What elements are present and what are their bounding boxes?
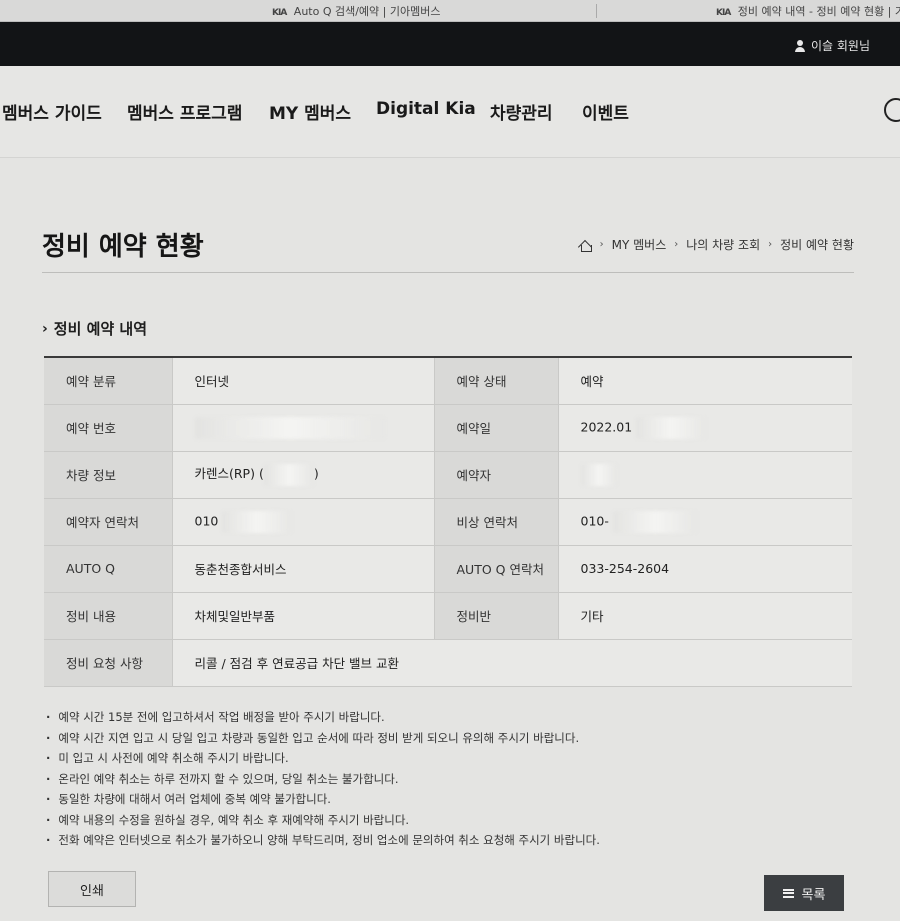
nav-item-vehicle-management[interactable]: 차량관리 — [490, 99, 553, 124]
section-title: › 정비 예약 내역 — [42, 318, 147, 339]
browser-tab[interactable]: KIA 정비 예약 내역 - 정비 예약 현황 | 기 — [716, 3, 900, 19]
nav-item-members-program[interactable]: 멤버스 프로그램 — [127, 99, 242, 124]
list-item: 미 입고 시 사전에 예약 취소해 주시기 바랍니다. — [46, 748, 600, 769]
reservation-date-label: 예약일 — [433, 404, 558, 452]
service-team-value: 기타 — [557, 592, 852, 640]
table-row: 예약 분류 인터넷 예약 상태 예약 — [44, 357, 852, 405]
booker-contact-value: 010 — [194, 513, 219, 528]
table-row: 예약 번호 예약일 2022.01 — [44, 404, 852, 452]
kia-logo-icon: KIA — [272, 8, 287, 18]
user-icon — [794, 39, 806, 52]
redacted-blur — [194, 416, 385, 439]
booker-contact-cell: 010 — [171, 498, 434, 546]
reservation-type-value: 인터넷 — [171, 357, 434, 405]
emergency-contact-label: 비상 연락처 — [433, 498, 558, 546]
section-title-text: 정비 예약 내역 — [53, 320, 148, 338]
service-team-label: 정비반 — [433, 592, 558, 640]
list-button-label: 목록 — [801, 887, 826, 903]
reservation-details-table: 예약 분류 인터넷 예약 상태 예약 예약 번호 예약일 2022.01 차량 … — [44, 356, 852, 687]
autoq-value: 동춘천종합서비스 — [171, 545, 434, 593]
notice-list: 예약 시간 15분 전에 입고하셔서 작업 배정을 받아 주시기 바랍니다. 예… — [46, 707, 600, 851]
table-row: 예약자 연락처 010 비상 연락처 010- — [44, 498, 852, 546]
redacted-blur — [222, 510, 293, 533]
nav-item-my-members[interactable]: MY 멤버스 — [269, 99, 351, 124]
autoq-label: AUTO Q — [44, 545, 172, 593]
kia-logo-icon: KIA — [716, 8, 731, 18]
autoq-contact-label: AUTO Q 연락처 — [433, 545, 558, 593]
chevron-right-icon: › — [42, 320, 48, 337]
reservation-date-value: 2022.01 — [580, 419, 633, 434]
emergency-contact-cell: 010- — [557, 498, 852, 546]
nav-item-event[interactable]: 이벤트 — [582, 99, 629, 124]
breadcrumb-item-my-vehicle[interactable]: 나의 차량 조회 — [686, 236, 760, 253]
reservation-number-cell — [171, 404, 434, 452]
browser-tab-title: 정비 예약 내역 - 정비 예약 현황 | 기 — [737, 5, 900, 18]
breadcrumb: › MY 멤버스 › 나의 차량 조회 › 정비 예약 현황 — [579, 236, 854, 253]
nav-item-digital-kia[interactable]: Digital Kia — [376, 99, 476, 119]
page-title: 정비 예약 현황 — [42, 232, 204, 262]
reservation-status-label: 예약 상태 — [433, 357, 558, 405]
browser-tab-title: Auto Q 검색/예약 | 기아멤버스 — [293, 5, 441, 18]
service-content-label: 정비 내용 — [44, 592, 172, 640]
list-item: 동일한 차량에 대해서 여러 업체에 중복 예약 불가합니다. — [46, 789, 600, 810]
title-divider — [42, 272, 854, 273]
menu-lines-icon — [782, 888, 794, 898]
table-row: 정비 내용 차체및일반부품 정비반 기타 — [44, 592, 852, 640]
home-icon[interactable] — [579, 239, 592, 252]
redacted-blur — [263, 463, 314, 486]
browser-tab[interactable]: KIA Auto Q 검색/예약 | 기아멤버스 — [272, 3, 572, 19]
table-row: AUTO Q 동춘천종합서비스 AUTO Q 연락처 033-254-2604 — [44, 545, 852, 593]
reservation-number-label: 예약 번호 — [44, 404, 172, 452]
browser-tab-strip: KIA Auto Q 검색/예약 | 기아멤버스 KIA 정비 예약 내역 - … — [0, 0, 900, 22]
tab-divider — [596, 4, 597, 18]
emergency-contact-value: 010- — [580, 513, 609, 528]
list-item: 예약 내용의 수정을 원하실 경우, 예약 취소 후 재예약해 주시기 바랍니다… — [46, 810, 600, 831]
list-button[interactable]: 목록 — [764, 875, 844, 911]
service-request-value: 리콜 / 점검 후 연료공급 차단 밸브 교환 — [171, 639, 852, 687]
list-item: 전화 예약은 인터넷으로 취소가 불가하오니 양해 부탁드리며, 정비 업소에 … — [46, 830, 600, 851]
top-bar: 이슬 회원님 — [0, 22, 900, 66]
autoq-contact-value: 033-254-2604 — [557, 545, 852, 593]
service-content-value: 차체및일반부품 — [171, 592, 434, 640]
vehicle-info-value: 카렌스(RP) ( — [194, 466, 264, 482]
booker-cell — [557, 451, 852, 499]
list-item: 예약 시간 지연 입고 시 당일 입고 차량과 동일한 입고 순서에 따라 정비… — [46, 728, 600, 749]
reservation-date-cell: 2022.01 — [557, 404, 852, 452]
table-row: 정비 요청 사항 리콜 / 점검 후 연료공급 차단 밸브 교환 — [44, 639, 852, 687]
main-nav: 멤버스 가이드 멤버스 프로그램 MY 멤버스 Digital Kia 차량관리… — [0, 66, 900, 158]
booker-label: 예약자 — [433, 451, 558, 499]
redacted-blur — [636, 416, 707, 439]
nav-item-members-guide[interactable]: 멤버스 가이드 — [2, 99, 102, 124]
breadcrumb-separator-icon: › — [674, 239, 679, 250]
redacted-blur — [612, 510, 697, 533]
user-menu[interactable]: 이슬 회원님 — [794, 37, 870, 54]
breadcrumb-item-current: 정비 예약 현황 — [780, 238, 854, 252]
user-name: 이슬 회원님 — [810, 39, 870, 53]
breadcrumb-item-my-members[interactable]: MY 멤버스 — [612, 236, 667, 253]
breadcrumb-separator-icon: › — [599, 239, 604, 250]
booker-contact-label: 예약자 연락처 — [44, 498, 172, 546]
print-button[interactable]: 인쇄 — [48, 871, 136, 907]
vehicle-info-label: 차량 정보 — [44, 451, 172, 499]
list-item: 온라인 예약 취소는 하루 전까지 할 수 있으며, 당일 취소는 불가합니다. — [46, 769, 600, 790]
redacted-blur — [580, 463, 617, 486]
vehicle-info-suffix: ) — [313, 466, 319, 482]
vehicle-info-cell: 카렌스(RP) () — [171, 451, 434, 499]
search-icon[interactable] — [884, 98, 900, 122]
breadcrumb-separator-icon: › — [768, 239, 773, 250]
service-request-label: 정비 요청 사항 — [44, 639, 172, 687]
reservation-status-value: 예약 — [557, 357, 852, 405]
reservation-type-label: 예약 분류 — [44, 357, 172, 405]
table-row: 차량 정보 카렌스(RP) () 예약자 — [44, 451, 852, 499]
list-item: 예약 시간 15분 전에 입고하셔서 작업 배정을 받아 주시기 바랍니다. — [46, 707, 600, 728]
